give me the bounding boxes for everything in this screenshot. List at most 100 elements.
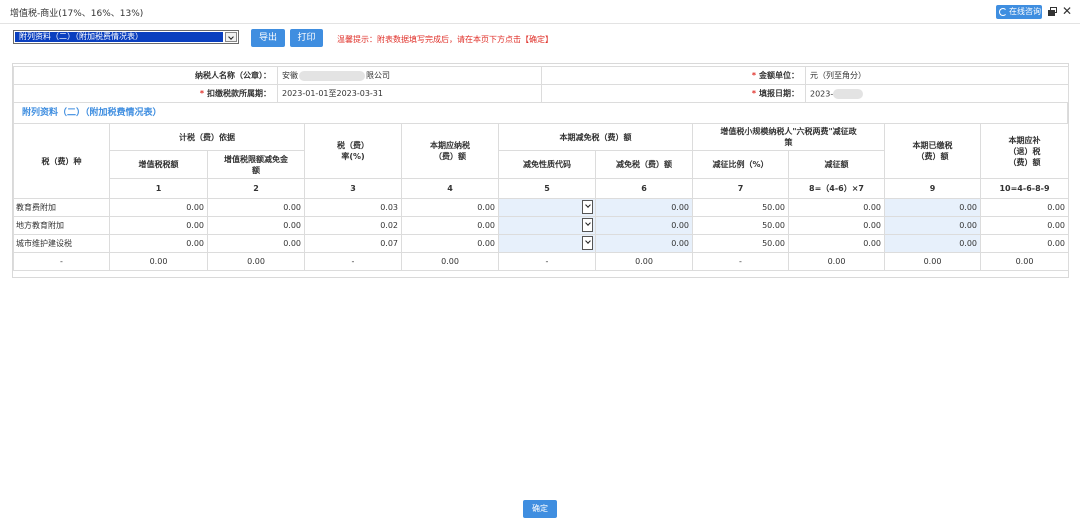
total-cell: 0.00 [109, 252, 208, 271]
col-reduction-code: 减免性质代码 [498, 150, 596, 179]
total-cell: 0.00 [980, 252, 1069, 271]
filing-date-value: 2023- [805, 84, 1069, 103]
total-name: - [13, 252, 110, 271]
col-payable: 本期应纳税（费）额 [401, 123, 499, 179]
close-icon[interactable]: ✕ [1062, 4, 1072, 18]
row-name: 地方教育附加 [13, 216, 110, 235]
online-query-button[interactable]: 在线咨询 [996, 5, 1042, 19]
col-number: 8=（4-6）×7 [788, 178, 885, 199]
col-reduction-ratio: 减征比例（%） [692, 150, 789, 179]
payable-cell: 0.00 [401, 198, 499, 217]
reduction-amount-cell[interactable]: 0.00 [595, 216, 693, 235]
reduction-sum-cell: 0.00 [788, 234, 885, 253]
paid-cell[interactable]: 0.00 [884, 234, 981, 253]
form-panel: 纳税人名称（公章）： 安徽 限公司 * 金额单位： 元（列至角分） * 扣缴税款所属期… [12, 63, 1069, 278]
info-table: 纳税人名称（公章）： 安徽 限公司 * 金额单位： 元（列至角分） * 扣缴税款所属期… [13, 66, 1069, 103]
table-row: 地方教育附加 0.00 0.00 0.02 0.00 0.00 50.00 0.… [13, 216, 1069, 235]
form-select-value: 附列资料（二）（附加税费情况表） [15, 32, 223, 42]
col-reduction-amount: 减免税（费）额 [595, 150, 693, 179]
vat-exempt-cell[interactable]: 0.00 [207, 234, 305, 253]
total-cell: - [692, 252, 789, 271]
table-row: 教育费附加 0.00 0.00 0.03 0.00 0.00 50.00 0.0… [13, 198, 1069, 217]
warm-tip: 温馨提示：附表数据填写完成后，请在本页下方点击【确定】 [337, 35, 553, 44]
confirm-button[interactable]: 确定 [523, 500, 557, 518]
col-rate: 税（费）率(%) [304, 123, 402, 179]
col-vat-exempt: 增值税限额减免金额 [207, 150, 305, 179]
total-cell: 0.00 [401, 252, 499, 271]
rate-cell: 0.02 [304, 216, 402, 235]
vat-exempt-cell[interactable]: 0.00 [207, 216, 305, 235]
section-title: 附列资料（二）（附加税费情况表） [13, 103, 1068, 123]
vat-amount-cell[interactable]: 0.00 [109, 198, 208, 217]
chevron-down-icon[interactable] [225, 32, 237, 42]
amount-unit-label: * 金额单位： [541, 66, 806, 85]
col-number: 1 [109, 178, 208, 199]
refund-cell: 0.00 [980, 234, 1069, 253]
total-cell: - [498, 252, 596, 271]
chevron-down-icon[interactable] [582, 218, 593, 232]
taxpayer-name-value: 安徽 限公司 [277, 66, 542, 85]
reduction-amount-cell[interactable]: 0.00 [595, 234, 693, 253]
col-number: 2 [207, 178, 305, 199]
row-name: 城市维护建设税 [13, 234, 110, 253]
payable-cell: 0.00 [401, 216, 499, 235]
col-number: 6 [595, 178, 693, 199]
col-tax-type: 税（费）种 [13, 123, 110, 199]
chevron-down-icon[interactable] [582, 236, 593, 250]
total-cell: 0.00 [788, 252, 885, 271]
col-reduction-sum: 减征额 [788, 150, 885, 179]
surcharge-table: 税（费）种 计税（费）依据 税（费）率(%) 本期应纳税（费）额 本期减免税（费… [13, 123, 1069, 271]
total-row: - 0.00 0.00 - 0.00 - 0.00 - 0.00 0.00 0.… [13, 252, 1069, 271]
rate-cell: 0.07 [304, 234, 402, 253]
col-vat-amount: 增值税税额 [109, 150, 208, 179]
reduction-ratio-cell: 50.00 [692, 216, 789, 235]
reduction-code-select[interactable] [498, 216, 596, 235]
restore-window-icon[interactable] [1048, 7, 1057, 16]
col-basis: 计税（费）依据 [109, 123, 305, 151]
reduction-amount-cell[interactable]: 0.00 [595, 198, 693, 217]
vat-amount-cell[interactable]: 0.00 [109, 234, 208, 253]
reduction-sum-cell: 0.00 [788, 198, 885, 217]
vat-amount-cell[interactable]: 0.00 [109, 216, 208, 235]
total-cell: 0.00 [884, 252, 981, 271]
window-title: 增值税-商业(17%、16%、13%) [10, 9, 144, 19]
refund-cell: 0.00 [980, 216, 1069, 235]
refund-cell: 0.00 [980, 198, 1069, 217]
col-number: 10=4-6-8-9 [980, 178, 1069, 199]
amount-unit-value: 元（列至角分） [805, 66, 1069, 85]
col-paid: 本期已缴税（费）额 [884, 123, 981, 179]
rate-cell: 0.03 [304, 198, 402, 217]
paid-cell[interactable]: 0.00 [884, 198, 981, 217]
reduction-sum-cell: 0.00 [788, 216, 885, 235]
col-reduction: 本期减免税（费）额 [498, 123, 693, 151]
reduction-ratio-cell: 50.00 [692, 234, 789, 253]
col-number: 4 [401, 178, 499, 199]
toolbar: 附列资料（二）（附加税费情况表） 导出 打印 温馨提示：附表数据填写完成后，请在… [0, 25, 1080, 53]
col-refund: 本期应补（退）税（费）额 [980, 123, 1069, 179]
vat-exempt-cell[interactable]: 0.00 [207, 198, 305, 217]
total-cell: - [304, 252, 402, 271]
row-name: 教育费附加 [13, 198, 110, 217]
col-number: 9 [884, 178, 981, 199]
title-bar: 增值税-商业(17%、16%、13%) 在线咨询 ✕ [0, 0, 1080, 24]
reduction-code-select[interactable] [498, 198, 596, 217]
filing-date-label: * 填报日期： [541, 84, 806, 103]
reduction-code-select[interactable] [498, 234, 596, 253]
taxpayer-name-label: 纳税人名称（公章）： [13, 66, 278, 85]
col-small-policy: 增值税小规模纳税人"六税两费"减征政策 [692, 123, 885, 151]
refresh-icon [999, 8, 1007, 16]
tax-period-value: 2023-01-01至2023-03-31 [277, 84, 542, 103]
print-button[interactable]: 打印 [290, 29, 323, 47]
table-row: 城市维护建设税 0.00 0.00 0.07 0.00 0.00 50.00 0… [13, 234, 1069, 253]
online-query-label: 在线咨询 [1009, 7, 1041, 16]
paid-cell[interactable]: 0.00 [884, 216, 981, 235]
reduction-ratio-cell: 50.00 [692, 198, 789, 217]
payable-cell: 0.00 [401, 234, 499, 253]
col-number: 7 [692, 178, 789, 199]
chevron-down-icon[interactable] [582, 200, 593, 214]
form-select[interactable]: 附列资料（二）（附加税费情况表） [13, 30, 239, 44]
export-button[interactable]: 导出 [251, 29, 285, 47]
total-cell: 0.00 [207, 252, 305, 271]
total-cell: 0.00 [595, 252, 693, 271]
col-number: 3 [304, 178, 402, 199]
